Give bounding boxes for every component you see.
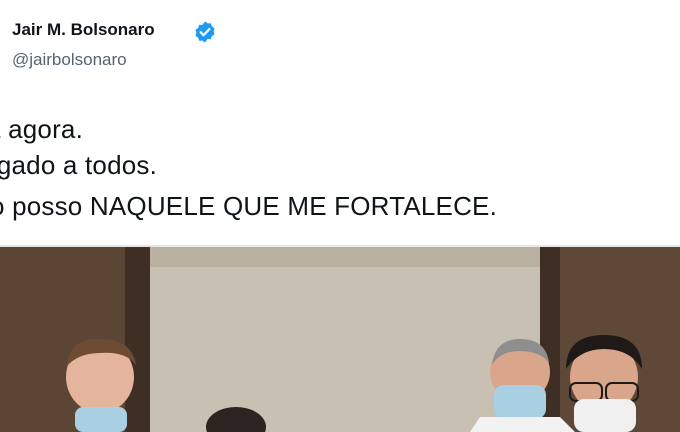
- photo-illustration: [0, 247, 680, 432]
- tweet-line: o posso NAQUELE QUE ME FORTALECE.: [0, 191, 498, 221]
- tweet-header: Jair M. Bolsonaro @jairbolsonaro: [0, 0, 680, 80]
- verified-badge-icon: [193, 20, 219, 44]
- author-name[interactable]: Jair M. Bolsonaro: [12, 20, 155, 40]
- author-handle[interactable]: @jairbolsonaro: [12, 50, 127, 70]
- tweet-photo[interactable]: [0, 245, 680, 432]
- tweet-line: a agora.: [0, 114, 84, 144]
- tweet-line: rigado a todos.: [0, 150, 158, 180]
